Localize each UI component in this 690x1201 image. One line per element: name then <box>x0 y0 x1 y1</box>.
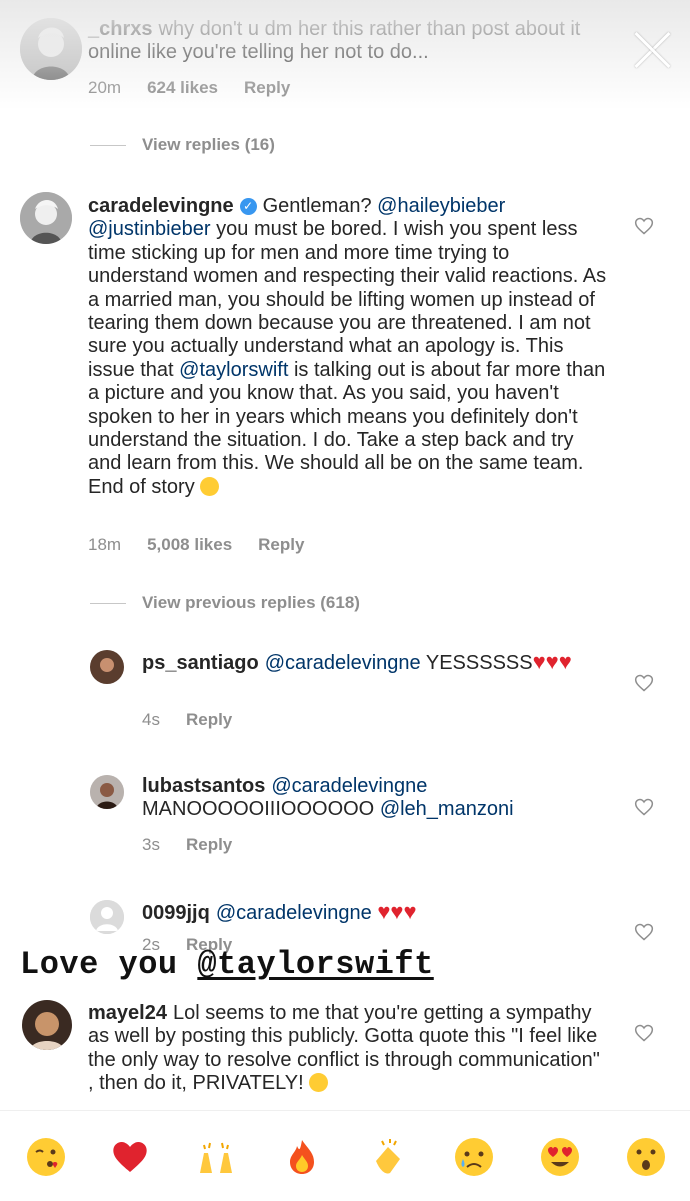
reply-meta: 3s Reply <box>142 835 258 855</box>
comment-username[interactable]: mayel24 <box>88 1002 167 1024</box>
reply-button[interactable]: Reply <box>186 710 232 729</box>
reply-button[interactable]: Reply <box>258 535 304 554</box>
view-previous-replies-button[interactable]: View previous replies (618) <box>90 593 360 613</box>
comment-text: mayel24 Lol seems to me that you're getti… <box>88 1002 610 1095</box>
mention-link[interactable]: @caradelevingne <box>271 775 427 797</box>
likes-count[interactable]: 624 likes <box>147 78 218 97</box>
view-replies-label: View replies (16) <box>142 135 275 154</box>
winking-kiss-face-icon[interactable] <box>26 1137 66 1177</box>
avatar[interactable] <box>90 775 124 809</box>
comment-meta: 20m 624 likes Reply <box>88 78 316 98</box>
mention-link[interactable]: @taylorswift <box>179 359 288 381</box>
comment-text: caradelevingne ✓ Gentleman? @haileybieber … <box>88 195 610 499</box>
sticker-text: Love you <box>20 946 178 983</box>
clapping-hands-icon[interactable] <box>368 1137 408 1177</box>
story-text-sticker: Love you @taylorswift <box>20 946 434 983</box>
comment-body-1: Gentleman? <box>262 195 372 217</box>
comment-text: _chrxs why don't u dm her this rather tha… <box>88 18 610 65</box>
like-heart-icon[interactable] <box>634 922 654 942</box>
winking-face-emoji-icon <box>309 1072 329 1092</box>
mention-link[interactable]: @caradelevingne <box>216 902 372 924</box>
avatar[interactable] <box>22 1000 72 1050</box>
reply-text: ps_santiago @caradelevingne YESSSSSS♥♥♥ <box>142 650 610 675</box>
view-replies-button[interactable]: View replies (16) <box>90 135 275 155</box>
crying-face-icon[interactable] <box>454 1137 494 1177</box>
avatar[interactable] <box>20 192 72 244</box>
reply-meta: 4s Reply <box>142 710 258 730</box>
red-heart-emoji-icon: ♥♥♥ <box>377 899 417 924</box>
reply-username[interactable]: 0099jjq <box>142 902 210 924</box>
reply-time: 3s <box>142 835 160 854</box>
comment-body: why don't u dm her this rather than post… <box>88 18 581 64</box>
comment-time: 20m <box>88 78 122 97</box>
reply-text: lubastsantos @caradelevingne MANOOOOOIIIO… <box>142 775 610 822</box>
like-heart-icon[interactable] <box>634 1023 654 1043</box>
reply-body: MANOOOOOIIIOOOOOO <box>142 798 375 821</box>
reply-button[interactable]: Reply <box>244 78 290 97</box>
like-heart-icon[interactable] <box>634 797 654 817</box>
close-icon[interactable] <box>632 30 672 70</box>
like-heart-icon[interactable] <box>634 216 654 236</box>
heart-eyes-face-icon[interactable] <box>540 1137 580 1177</box>
avatar[interactable] <box>20 18 82 80</box>
reply-time: 4s <box>142 710 160 729</box>
view-previous-replies-label: View previous replies (618) <box>142 593 360 612</box>
fire-icon[interactable] <box>282 1137 322 1177</box>
avatar[interactable] <box>90 650 124 684</box>
sticker-mention[interactable]: @taylorswift <box>197 946 433 983</box>
mention-link[interactable]: @justinbieber <box>88 218 211 240</box>
avatar[interactable] <box>90 900 124 934</box>
comment-time: 18m <box>88 535 122 554</box>
reply-body: YESSSSSS <box>425 652 533 674</box>
red-heart-icon[interactable] <box>110 1137 150 1177</box>
like-heart-icon[interactable] <box>634 673 654 693</box>
mention-link[interactable]: @leh_manzoni <box>380 798 514 820</box>
comment-body-2: you must be bored. I wish you spent less… <box>88 218 607 381</box>
divider <box>90 603 126 605</box>
divider <box>90 145 126 147</box>
raising-hands-icon[interactable] <box>196 1137 236 1177</box>
comment-username[interactable]: caradelevingne <box>88 195 234 217</box>
surprised-face-icon[interactable] <box>626 1137 666 1177</box>
verified-badge-icon: ✓ <box>239 198 257 215</box>
mention-link[interactable]: @caradelevingne <box>265 652 421 674</box>
reply-username[interactable]: lubastsantos <box>142 775 265 797</box>
winking-kiss-emoji-icon <box>200 476 220 496</box>
likes-count[interactable]: 5,008 likes <box>147 535 232 554</box>
comment-username[interactable]: _chrxs <box>88 18 153 40</box>
reply-text: 0099jjq @caradelevingne ♥♥♥ <box>142 900 610 925</box>
mention-link[interactable]: @haileybieber <box>377 195 505 217</box>
emoji-reaction-bar <box>0 1110 690 1201</box>
red-heart-emoji-icon: ♥♥♥ <box>532 649 572 674</box>
reply-username[interactable]: ps_santiago <box>142 652 259 674</box>
comment-meta: 18m 5,008 likes Reply <box>88 535 330 555</box>
reply-button[interactable]: Reply <box>186 835 232 854</box>
